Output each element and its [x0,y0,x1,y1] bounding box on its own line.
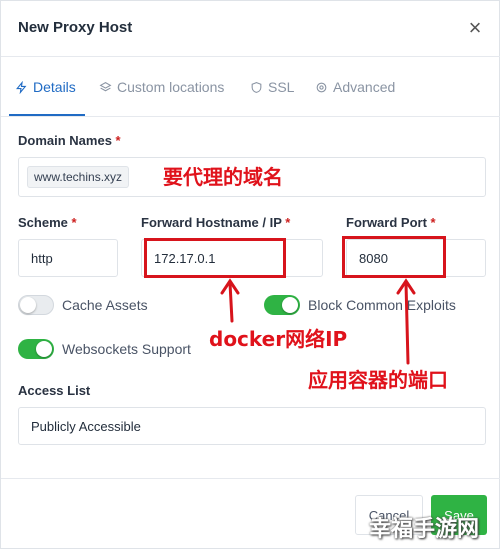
annotation-port: 应用容器的端口 [308,368,448,392]
tab-details-label: Details [33,79,76,95]
tab-ssl[interactable]: SSL [250,77,294,97]
toggle-knob [36,341,52,357]
tab-custom-locations[interactable]: Custom locations [99,77,224,97]
annotation-domain: 要代理的域名 [163,165,283,189]
toggle-knob [282,297,298,313]
domain-names-label: Domain Names * [18,133,121,148]
tab-advanced-label: Advanced [333,79,396,95]
host-highlight-box [144,238,286,278]
block-exploits-toggle[interactable] [264,295,300,315]
close-button[interactable]: × [463,15,487,41]
modal-title: New Proxy Host [18,19,133,36]
tab-advanced[interactable]: Advanced [315,77,395,97]
proxy-host-modal: New Proxy Host × Details Custom location… [0,0,500,549]
access-list-label: Access List [18,383,91,398]
scheme-select[interactable]: http [18,239,118,277]
block-exploits-label: Block Common Exploits [308,297,456,313]
shield-icon [251,81,262,93]
websockets-label: Websockets Support [62,341,191,357]
active-tab-indicator [9,114,85,116]
websockets-toggle[interactable] [18,339,54,359]
watermark: 幸福手游网 [369,517,480,542]
tab-details[interactable]: Details [15,77,76,97]
layers-icon [99,81,112,91]
modal-header: New Proxy Host × [1,1,500,57]
toggle-knob [20,297,36,313]
arrow-up-host [228,281,234,323]
access-list-select[interactable]: Publicly Accessible [18,407,486,445]
scheme-label: Scheme * [18,215,77,230]
cache-assets-toggle[interactable] [18,295,54,315]
arrow-up-port [404,281,410,365]
gear-icon [316,82,327,92]
forward-host-label: Forward Hostname / IP * [141,215,291,230]
lightning-icon [16,80,27,94]
domain-tag[interactable]: www.techins.xyz [27,166,130,188]
cache-assets-label: Cache Assets [62,297,148,313]
tab-bar: Details Custom locations SSL Advanced [1,57,500,117]
tab-ssl-label: SSL [268,79,295,95]
tab-custom-locations-label: Custom locations [117,79,225,95]
forward-port-label: Forward Port * [346,215,436,230]
port-highlight-box [342,236,446,278]
annotation-docker-ip: docker网络IP [209,327,348,351]
